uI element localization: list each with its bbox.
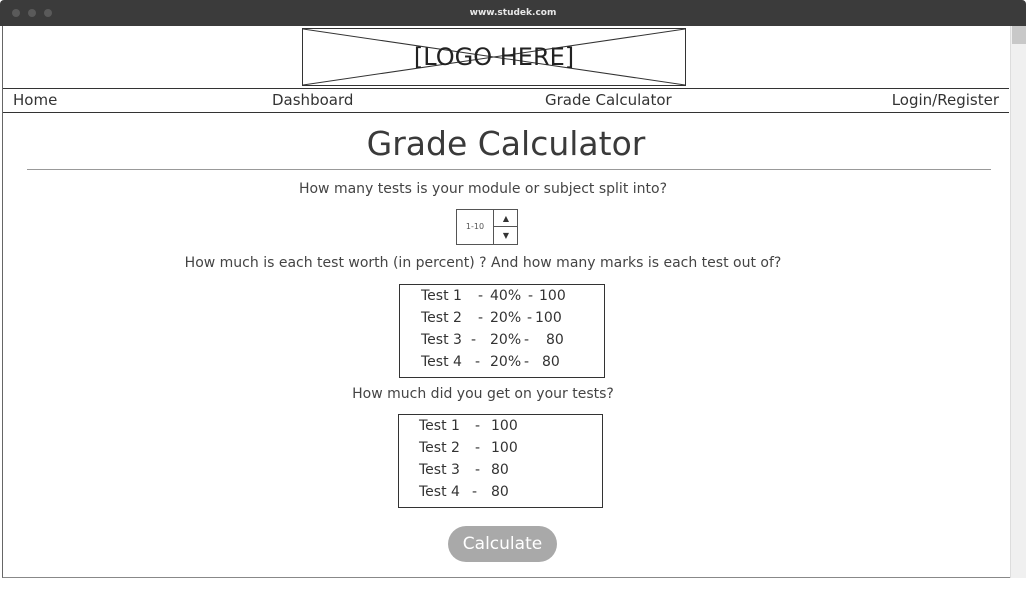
test-marks: 80	[542, 354, 560, 370]
test-scores-textarea[interactable]: Test 1 - 100 Test 2 - 100 Test 3 - 80 Te…	[398, 414, 603, 508]
test-name: Test 2	[421, 310, 462, 326]
calculate-button[interactable]: Calculate	[448, 526, 557, 562]
list-item: Test 1 - 100	[399, 415, 518, 437]
test-marks: 80	[546, 332, 564, 348]
test-name: Test 3	[421, 332, 462, 348]
main-nav: Home Dashboard Grade Calculator Login/Re…	[3, 88, 1009, 113]
test-score: 80	[491, 484, 509, 500]
test-weight: 20%	[490, 332, 522, 348]
list-item: Test 1 - 40% - 100	[400, 285, 566, 307]
test-count-stepper[interactable]: 1-10 ▲ ▼	[456, 209, 518, 245]
question-test-count: How many tests is your module or subject…	[298, 181, 668, 197]
logo-placeholder: [LOGO HERE]	[302, 28, 686, 86]
test-weight: 20%	[490, 310, 522, 326]
list-item: Test 3 - 80	[399, 459, 509, 481]
nav-home[interactable]: Home	[13, 89, 57, 112]
question-test-scores: How much did you get on your tests?	[352, 386, 614, 402]
list-item: Test 4 - 20% - 80	[400, 351, 560, 373]
list-item: Test 2 - 100	[399, 437, 518, 459]
test-name: Test 2	[419, 440, 460, 456]
test-score: 100	[491, 440, 518, 456]
vertical-scrollbar[interactable]	[1010, 26, 1026, 578]
caret-down-icon: ▼	[502, 231, 510, 240]
list-item: Test 4 - 80	[399, 481, 509, 503]
nav-dashboard[interactable]: Dashboard	[272, 89, 353, 112]
test-weights-textarea[interactable]: Test 1 - 40% - 100 Test 2 - 20% - 100 Te…	[399, 284, 605, 378]
list-item: Test 3 - 20% - 80	[400, 329, 564, 351]
page-title: Grade Calculator	[366, 124, 646, 163]
stepper-value[interactable]: 1-10	[457, 210, 493, 244]
test-name: Test 1	[419, 418, 460, 434]
scrollbar-thumb[interactable]	[1012, 26, 1026, 44]
test-score: 100	[491, 418, 518, 434]
browser-titlebar: www.studek.com	[0, 0, 1026, 26]
test-marks: 100	[539, 288, 566, 304]
title-divider	[27, 169, 991, 170]
test-name: Test 1	[421, 288, 462, 304]
test-name: Test 3	[419, 462, 460, 478]
question-test-weights: How much is each test worth (in percent)…	[184, 255, 782, 271]
nav-grade-calculator[interactable]: Grade Calculator	[545, 89, 672, 112]
browser-url[interactable]: www.studek.com	[0, 0, 1026, 26]
test-weight: 20%	[490, 354, 522, 370]
nav-login-register[interactable]: Login/Register	[892, 89, 999, 112]
test-weight: 40%	[490, 288, 522, 304]
stepper-up-button[interactable]: ▲	[493, 210, 518, 227]
caret-up-icon: ▲	[502, 214, 510, 223]
test-marks: 100	[535, 310, 562, 326]
test-name: Test 4	[419, 484, 460, 500]
test-score: 80	[491, 462, 509, 478]
test-name: Test 4	[421, 354, 462, 370]
list-item: Test 2 - 20% - 100	[400, 307, 562, 329]
stepper-down-button[interactable]: ▼	[493, 227, 518, 244]
logo-text: [LOGO HERE]	[413, 43, 575, 71]
